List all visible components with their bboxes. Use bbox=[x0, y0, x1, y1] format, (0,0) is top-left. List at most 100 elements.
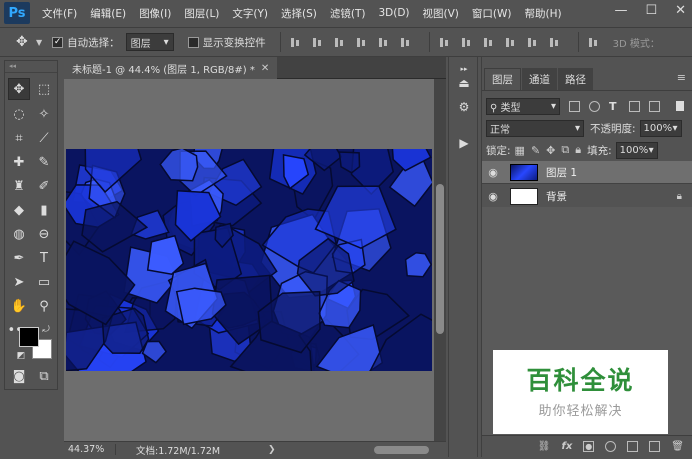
horizontal-scrollbar[interactable] bbox=[314, 445, 434, 455]
lock-position-icon[interactable]: ✥ bbox=[546, 144, 555, 157]
path-selection-tool-icon[interactable]: ➤ bbox=[8, 271, 30, 293]
zoom-level-field[interactable]: 44.37% bbox=[64, 444, 116, 455]
tab-paths[interactable]: 路径 bbox=[558, 68, 593, 90]
opacity-field[interactable]: 100% ▾ bbox=[639, 119, 682, 137]
gradient-tool-icon[interactable]: ▮ bbox=[33, 199, 55, 221]
layer-filter-dropdown[interactable]: ⚲ 类型 ▾ bbox=[486, 97, 560, 115]
auto-align-icon[interactable] bbox=[587, 36, 600, 49]
align-vcenter-icon[interactable] bbox=[311, 36, 324, 49]
menu-file[interactable]: 文件(F) bbox=[42, 6, 77, 21]
auto-select-checkbox[interactable]: ✓ bbox=[52, 36, 64, 48]
clone-stamp-tool-icon[interactable]: ♜ bbox=[8, 175, 30, 197]
canvas-workspace[interactable] bbox=[64, 79, 434, 441]
brush-tool-icon[interactable]: ✎ bbox=[33, 151, 55, 173]
layer-row-layer1[interactable]: ◉ 图层 1 bbox=[482, 161, 692, 184]
panel-collapse-icon[interactable]: ◂◂ bbox=[5, 61, 57, 73]
screen-mode-icon[interactable]: ⧉ bbox=[33, 365, 55, 387]
history-brush-tool-icon[interactable]: ✐ bbox=[33, 175, 55, 197]
menu-edit[interactable]: 编辑(E) bbox=[90, 6, 126, 21]
filter-smart-object-icon[interactable] bbox=[649, 100, 660, 112]
tool-preset-caret-icon[interactable]: ▼ bbox=[36, 38, 42, 47]
minimize-button[interactable]: — bbox=[614, 3, 627, 18]
move-tool-icon[interactable]: ✥ bbox=[16, 34, 34, 50]
menu-window[interactable]: 窗口(W) bbox=[472, 6, 512, 21]
link-icon[interactable]: ⛓ bbox=[538, 441, 551, 452]
distribute-bottom-icon[interactable] bbox=[482, 36, 495, 49]
fill-field[interactable]: 100% ▾ bbox=[615, 141, 658, 159]
vertical-scrollbar[interactable] bbox=[434, 79, 446, 441]
show-transform-checkbox[interactable] bbox=[187, 36, 199, 48]
close-button[interactable]: ✕ bbox=[675, 3, 686, 18]
type-tool-icon[interactable]: T bbox=[33, 247, 55, 269]
move-tool-icon[interactable]: ✥ bbox=[8, 78, 30, 100]
blend-mode-dropdown[interactable]: 正常 ▾ bbox=[486, 119, 584, 137]
pen-tool-icon[interactable]: ✒ bbox=[8, 247, 30, 269]
marquee-tool-icon[interactable]: ⬚ bbox=[33, 78, 55, 100]
chevron-right-icon[interactable]: ❯ bbox=[268, 445, 276, 455]
rectangle-tool-icon[interactable]: ▭ bbox=[33, 271, 55, 293]
menu-select[interactable]: 选择(S) bbox=[281, 6, 317, 21]
maximize-button[interactable]: ☐ bbox=[645, 3, 657, 18]
history-panel-icon[interactable]: ⏏ bbox=[456, 75, 472, 91]
layer-row-background[interactable]: ◉ 背景 🔒︎ bbox=[482, 185, 692, 208]
swap-colors-icon[interactable]: ⤾ bbox=[39, 323, 53, 337]
menu-type[interactable]: 文字(Y) bbox=[232, 6, 268, 21]
align-hcenter-icon[interactable] bbox=[377, 36, 390, 49]
align-bottom-icon[interactable] bbox=[333, 36, 346, 49]
scrollbar-thumb[interactable] bbox=[374, 446, 429, 454]
distribute-top-icon[interactable] bbox=[438, 36, 451, 49]
distribute-left-icon[interactable] bbox=[504, 36, 517, 49]
filter-toggle-icon[interactable] bbox=[676, 101, 684, 111]
eraser-tool-icon[interactable]: ◆ bbox=[8, 199, 30, 221]
menu-view[interactable]: 视图(V) bbox=[423, 6, 459, 21]
healing-brush-tool-icon[interactable]: ✚ bbox=[8, 151, 30, 173]
eye-icon[interactable]: ◉ bbox=[482, 190, 504, 203]
distribute-hcenter-icon[interactable] bbox=[526, 36, 539, 49]
distribute-vcenter-icon[interactable] bbox=[460, 36, 473, 49]
crop-tool-icon[interactable]: ⌗ bbox=[8, 127, 30, 149]
menu-help[interactable]: 帮助(H) bbox=[525, 6, 562, 21]
trash-icon[interactable]: 🗑︎ bbox=[671, 441, 684, 452]
tab-channels[interactable]: 通道 bbox=[522, 68, 557, 90]
panel-menu-icon[interactable]: ≡ bbox=[677, 71, 686, 84]
foreground-color-swatch[interactable] bbox=[19, 327, 39, 347]
tab-layers[interactable]: 图层 bbox=[484, 68, 521, 90]
dodge-tool-icon[interactable]: ⊖ bbox=[33, 223, 55, 245]
align-right-icon[interactable] bbox=[399, 36, 412, 49]
default-colors-icon[interactable]: ◩ bbox=[14, 349, 28, 363]
eye-icon[interactable]: ◉ bbox=[482, 166, 504, 179]
close-icon[interactable]: ✕ bbox=[261, 63, 269, 74]
lock-all-icon[interactable]: 🔒︎ bbox=[575, 143, 581, 157]
auto-select-target-dropdown[interactable]: 图层 ▾ bbox=[125, 33, 174, 51]
scrollbar-thumb[interactable] bbox=[436, 184, 444, 334]
magic-wand-tool-icon[interactable]: ✧ bbox=[33, 103, 55, 125]
menu-layer[interactable]: 图层(L) bbox=[184, 6, 219, 21]
lock-artboard-icon[interactable]: ⧉ bbox=[561, 143, 569, 157]
canvas-image[interactable] bbox=[66, 149, 432, 371]
filter-shape-icon[interactable] bbox=[629, 100, 640, 112]
folder-icon[interactable] bbox=[627, 441, 639, 452]
lock-image-icon[interactable]: ✎ bbox=[531, 144, 540, 157]
properties-panel-icon[interactable]: ⚙ bbox=[456, 99, 472, 115]
quick-mask-icon[interactable]: ◙ bbox=[8, 365, 30, 387]
menu-3d[interactable]: 3D(D) bbox=[378, 7, 409, 19]
document-tab[interactable]: 未标题-1 @ 44.4% (图层 1, RGB/8#) * ✕ bbox=[64, 57, 278, 79]
eyedropper-tool-icon[interactable]: ⟋ bbox=[33, 127, 55, 149]
filter-pixel-icon[interactable] bbox=[569, 100, 580, 112]
lasso-tool-icon[interactable]: ◌ bbox=[8, 103, 30, 125]
distribute-right-icon[interactable] bbox=[548, 36, 561, 49]
actions-panel-icon[interactable]: ▶ bbox=[456, 135, 472, 151]
blur-tool-icon[interactable]: ◍ bbox=[8, 223, 30, 245]
lock-transparent-icon[interactable]: ▦ bbox=[515, 144, 525, 157]
mask-icon[interactable]: ● bbox=[583, 441, 595, 452]
adjustment-icon[interactable] bbox=[605, 441, 617, 452]
hand-tool-icon[interactable]: ✋ bbox=[8, 295, 30, 317]
filter-adjustment-icon[interactable] bbox=[589, 100, 600, 112]
align-left-icon[interactable] bbox=[355, 36, 368, 49]
menu-filter[interactable]: 滤镜(T) bbox=[330, 6, 366, 21]
new-layer-icon[interactable] bbox=[649, 441, 661, 452]
align-top-icon[interactable] bbox=[289, 36, 302, 49]
filter-type-icon[interactable]: T bbox=[609, 101, 620, 112]
zoom-tool-icon[interactable]: ⚲ bbox=[33, 295, 55, 317]
fx-icon[interactable]: fx bbox=[561, 441, 572, 452]
